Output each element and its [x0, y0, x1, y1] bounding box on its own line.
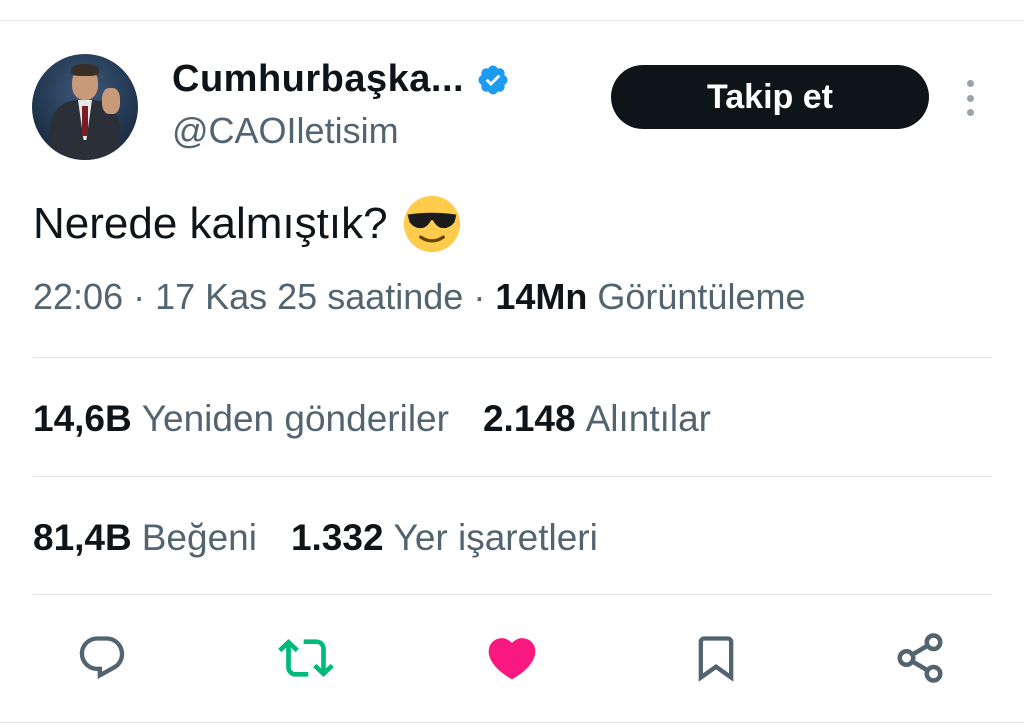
like-button[interactable] [484, 630, 540, 686]
like-icon [488, 638, 536, 680]
bookmark-button[interactable] [688, 630, 744, 686]
tweet-text: Nerede kalmıştık? [33, 199, 388, 248]
bookmarks-stat[interactable]: 1.332 Yer işaretleri [291, 517, 598, 559]
avatar[interactable] [32, 54, 138, 160]
verified-badge-icon [478, 64, 508, 95]
divider [33, 357, 992, 358]
retweet-button[interactable] [278, 630, 334, 686]
tweet-time[interactable]: 22:06 · 17 Kas 25 saatinde · [33, 276, 485, 317]
author-name[interactable]: Cumhurbaşka... [172, 58, 464, 101]
likes-stat[interactable]: 81,4B Beğeni [33, 517, 257, 559]
views-label: Görüntüleme [597, 276, 806, 317]
divider [33, 476, 992, 477]
bookmark-icon [698, 636, 734, 682]
top-divider [0, 20, 1024, 21]
retweets-stat[interactable]: 14,6B Yeniden gönderiler [33, 398, 449, 440]
bookmarks-count: 1.332 [290, 517, 384, 558]
divider [33, 594, 992, 595]
author-handle[interactable]: @CAOIletisim [172, 110, 399, 152]
reply-icon [79, 636, 125, 680]
stats-row-1: 14,6B Yeniden gönderiler 2.148 Alıntılar [33, 398, 745, 440]
reply-button[interactable] [74, 630, 130, 686]
more-options-icon[interactable] [958, 80, 982, 116]
quotes-count: 2.148 [482, 398, 576, 439]
sunglasses-emoji-icon [403, 195, 460, 253]
author-name-row[interactable]: Cumhurbaşka... [172, 58, 510, 101]
retweet-icon [278, 639, 334, 677]
share-icon [897, 633, 943, 683]
share-button[interactable] [892, 630, 948, 686]
retweets-count: 14,6B [33, 398, 132, 439]
tweet-text-row: Nerede kalmıştık? [33, 194, 462, 254]
likes-label: Beğeni [141, 517, 257, 558]
likes-count: 81,4B [33, 517, 132, 558]
quotes-stat[interactable]: 2.148 Alıntılar [483, 398, 711, 440]
bookmarks-label: Yer işaretleri [393, 517, 598, 558]
quotes-label: Alıntılar [585, 398, 711, 439]
views-count: 14Mn [495, 276, 588, 317]
stats-row-2: 81,4B Beğeni 1.332 Yer işaretleri [33, 517, 632, 559]
action-bar [0, 630, 1024, 690]
tweet-meta: 22:06 · 17 Kas 25 saatinde · 14Mn Görünt… [33, 276, 805, 318]
follow-button[interactable]: Takip et [611, 65, 929, 129]
retweets-label: Yeniden gönderiler [141, 398, 449, 439]
bottom-divider [0, 722, 1024, 723]
